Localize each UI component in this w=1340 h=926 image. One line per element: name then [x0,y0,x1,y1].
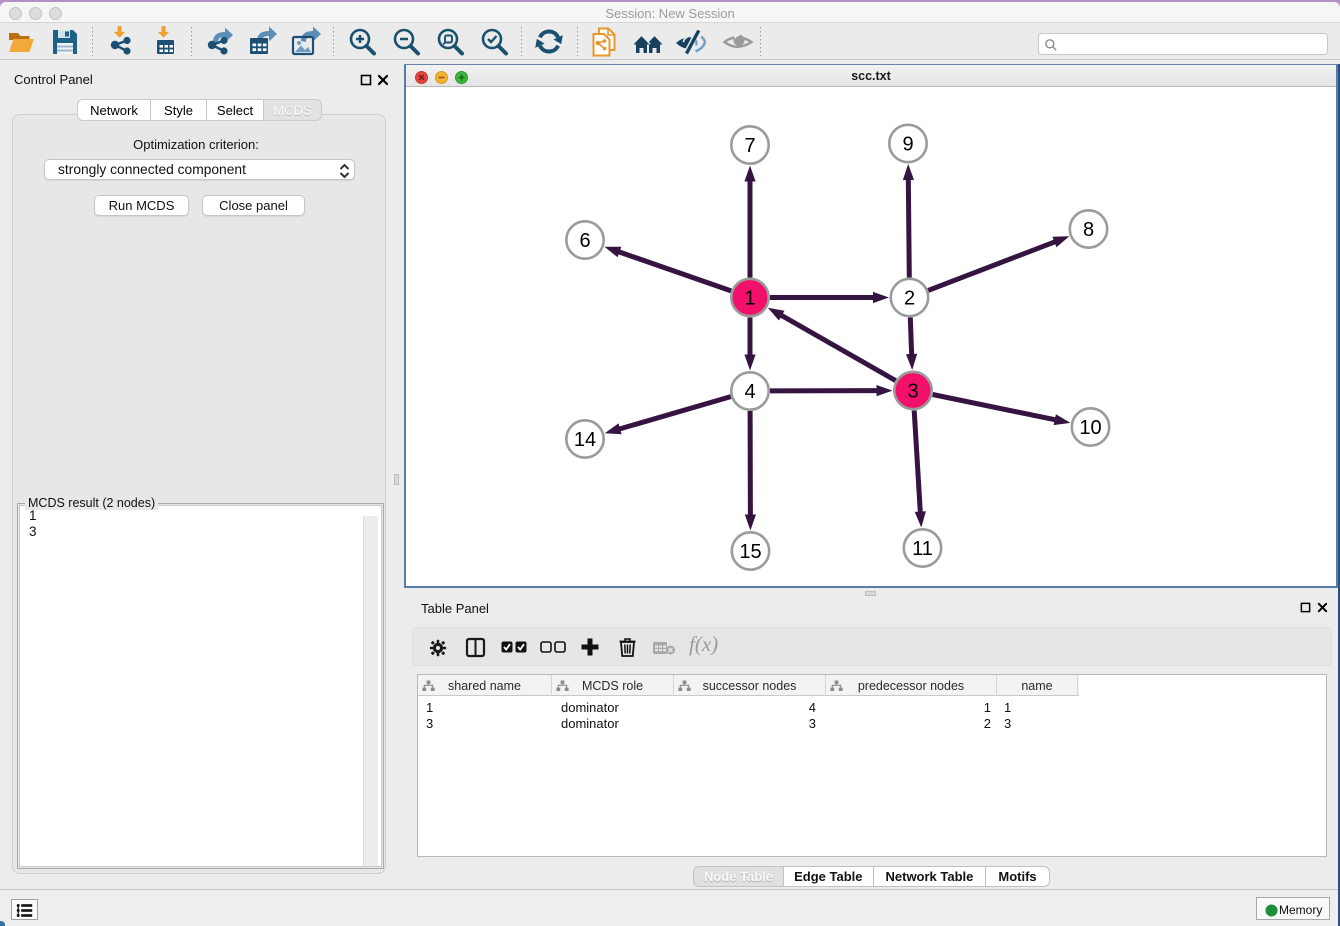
svg-text:7: 7 [744,135,755,157]
svg-text:14: 14 [574,429,596,451]
svg-text:6: 6 [579,230,590,252]
svg-text:15: 15 [739,541,761,563]
svg-text:11: 11 [912,538,933,560]
svg-text:1: 1 [744,288,755,310]
svg-text:2: 2 [904,288,915,310]
svg-text:10: 10 [1079,417,1101,439]
svg-text:3: 3 [907,381,918,403]
svg-text:4: 4 [744,381,755,403]
svg-text:9: 9 [902,134,913,156]
svg-text:8: 8 [1083,219,1094,241]
